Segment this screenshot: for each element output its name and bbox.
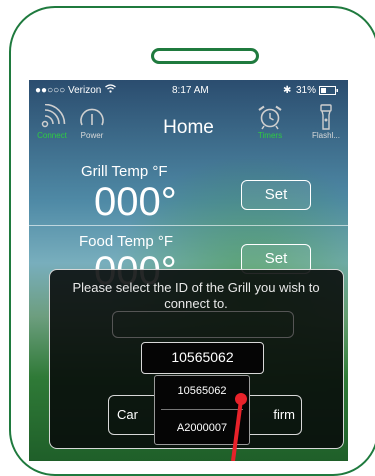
- nav-bar: Connect Power Home Timers Flashl...: [29, 100, 348, 152]
- grill-id-dropdown: 10565062 A2000007: [154, 375, 250, 445]
- background-button-outline: [112, 311, 294, 338]
- dropdown-option[interactable]: 10565062: [155, 376, 249, 406]
- dropdown-separator: [161, 409, 243, 410]
- confirm-button[interactable]: firm: [242, 395, 302, 435]
- battery-percent: 31%: [296, 85, 317, 96]
- dialog-message: Please select the ID of the Grill you wi…: [72, 280, 320, 311]
- nav-timers-label: Timers: [257, 131, 283, 140]
- alarm-clock-icon: [258, 105, 282, 130]
- grill-select-dialog: Please select the ID of the Grill you wi…: [49, 269, 344, 449]
- battery-icon: [319, 86, 339, 98]
- nav-flashlight-button[interactable]: Flashl...: [299, 104, 348, 140]
- bluetooth-icon: ✱: [283, 85, 292, 96]
- dropdown-option[interactable]: A2000007: [155, 413, 249, 443]
- section-divider: [29, 225, 348, 226]
- status-time: 8:17 AM: [172, 85, 209, 96]
- grill-id-select[interactable]: 10565062: [141, 342, 264, 374]
- phone-speaker-slot: [151, 48, 259, 64]
- flashlight-icon: [320, 104, 332, 130]
- status-bar: ●●○○○ Verizon 8:17 AM ✱ 31%: [29, 80, 348, 100]
- food-temp-label: Food Temp °F: [79, 233, 174, 250]
- grill-temp-value: 000°: [94, 180, 177, 224]
- carrier-text: ●●○○○ Verizon: [35, 85, 102, 96]
- grill-temp-label: Grill Temp °F: [81, 163, 168, 180]
- wifi-status-icon: [105, 84, 116, 96]
- app-screen: ●●○○○ Verizon 8:17 AM ✱ 31% Connect Powe…: [29, 80, 348, 461]
- grill-set-button[interactable]: Set: [241, 180, 311, 210]
- nav-timers-button[interactable]: Timers: [243, 104, 297, 140]
- nav-flashlight-label: Flashl...: [311, 131, 340, 140]
